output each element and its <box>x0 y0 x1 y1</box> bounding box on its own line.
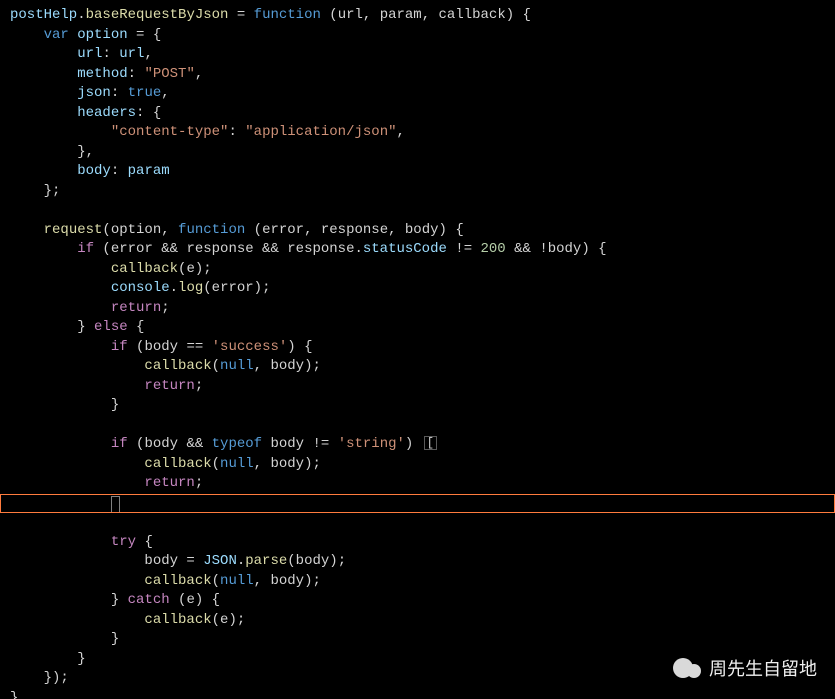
wechat-icon <box>673 658 701 678</box>
watermark-text: 周先生自留地 <box>709 655 817 681</box>
fold-marker-icon[interactable]: [ <box>424 436 437 450</box>
watermark: 周先生自留地 <box>673 655 817 681</box>
cursor-icon <box>111 496 120 513</box>
code-block: postHelp.baseRequestByJson = function (u… <box>0 0 835 699</box>
